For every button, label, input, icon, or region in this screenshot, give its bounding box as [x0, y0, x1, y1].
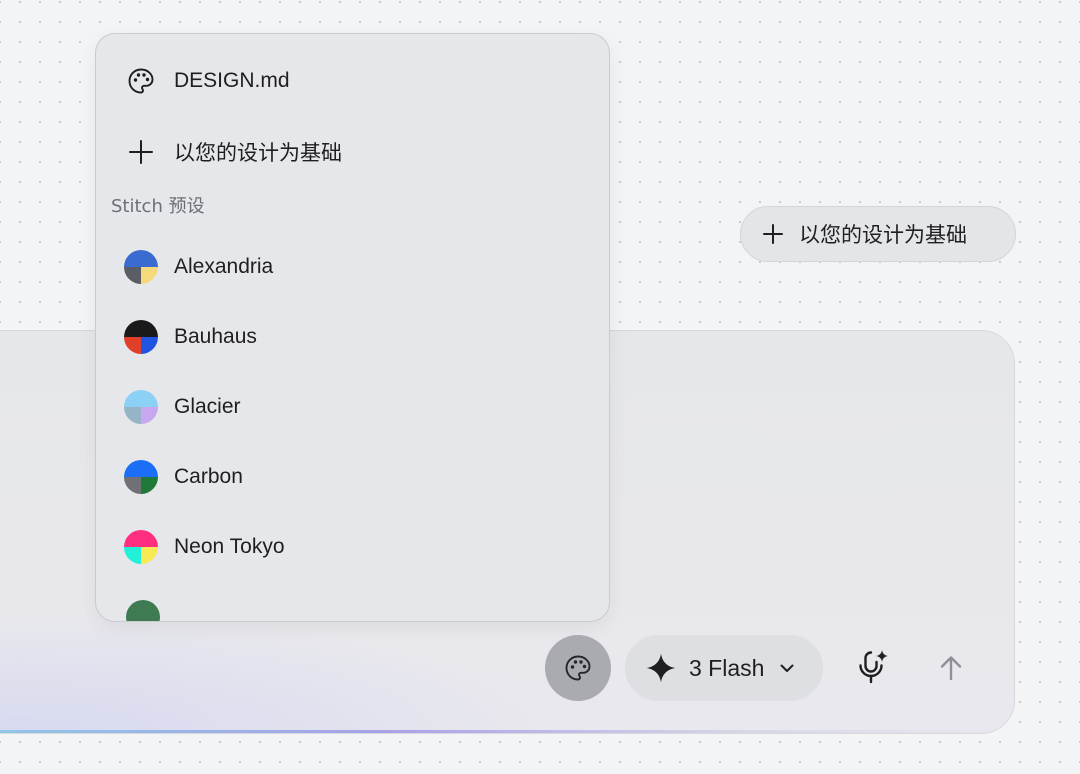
swatch-bottom-right	[141, 477, 158, 494]
swatch-bottom-right	[141, 407, 158, 424]
swatch-bottom-right	[141, 267, 158, 284]
palette-button[interactable]	[545, 635, 611, 701]
sparkle-icon	[645, 652, 677, 684]
preset-label: Alexandria	[174, 255, 274, 278]
color-swatch-icon	[124, 250, 158, 284]
preset-label: Carbon	[174, 465, 243, 488]
swatch-top	[124, 390, 158, 407]
chip-label: 以您的设计为基础	[799, 223, 967, 247]
preset-neon-tokyo[interactable]: Neon Tokyo	[124, 527, 285, 567]
color-swatch-icon	[124, 390, 158, 424]
palette-icon	[124, 64, 158, 98]
arrow-up-icon	[938, 654, 964, 682]
design-preset-menu: DESIGN.md 以您的设计为基础 Stitch 预设 Alexandria …	[95, 33, 610, 622]
color-swatch-icon	[124, 320, 158, 354]
color-swatch-icon	[124, 530, 158, 564]
voice-input-button[interactable]	[848, 644, 896, 692]
palette-icon	[564, 654, 592, 682]
preset-alexandria[interactable]: Alexandria	[124, 247, 273, 287]
menu-item-design-md[interactable]: DESIGN.md	[124, 61, 290, 101]
swatch-bottom-left	[124, 337, 141, 354]
plus-icon	[124, 135, 158, 169]
send-button[interactable]	[928, 645, 974, 691]
preset-carbon[interactable]: Carbon	[124, 457, 243, 497]
model-selector[interactable]: 3 Flash	[625, 635, 823, 701]
preset-label: Glacier	[174, 395, 241, 418]
section-title-presets: Stitch 预设	[111, 196, 205, 217]
mic-sparkle-icon	[854, 648, 890, 688]
composer-tint	[0, 613, 561, 733]
preset-label: Neon Tokyo	[174, 535, 285, 558]
swatch-bottom-right	[141, 337, 158, 354]
model-label: 3 Flash	[689, 654, 765, 681]
swatch-top	[124, 530, 158, 547]
swatch-top	[124, 460, 158, 477]
swatch-bottom-left	[124, 477, 141, 494]
color-swatch-icon	[124, 460, 158, 494]
base-on-design-chip[interactable]: 以您的设计为基础	[740, 206, 1016, 262]
chevron-down-icon	[778, 659, 796, 677]
swatch-top	[124, 320, 158, 337]
swatch-bottom-left	[124, 547, 141, 564]
menu-item-base-on-design[interactable]: 以您的设计为基础	[124, 132, 342, 172]
preset-label: Bauhaus	[174, 325, 257, 348]
composer-glow-line	[0, 730, 1014, 733]
menu-item-label: 以您的设计为基础	[174, 141, 342, 165]
swatch-bottom-left	[124, 267, 141, 284]
menu-item-label: DESIGN.md	[174, 69, 290, 92]
preset-glacier[interactable]: Glacier	[124, 387, 241, 427]
preset-bauhaus[interactable]: Bauhaus	[124, 317, 257, 357]
swatch-top	[124, 250, 158, 267]
plus-icon	[761, 222, 785, 246]
partial-preset-swatch[interactable]	[126, 600, 160, 621]
swatch-bottom-right	[141, 547, 158, 564]
swatch-bottom-left	[124, 407, 141, 424]
